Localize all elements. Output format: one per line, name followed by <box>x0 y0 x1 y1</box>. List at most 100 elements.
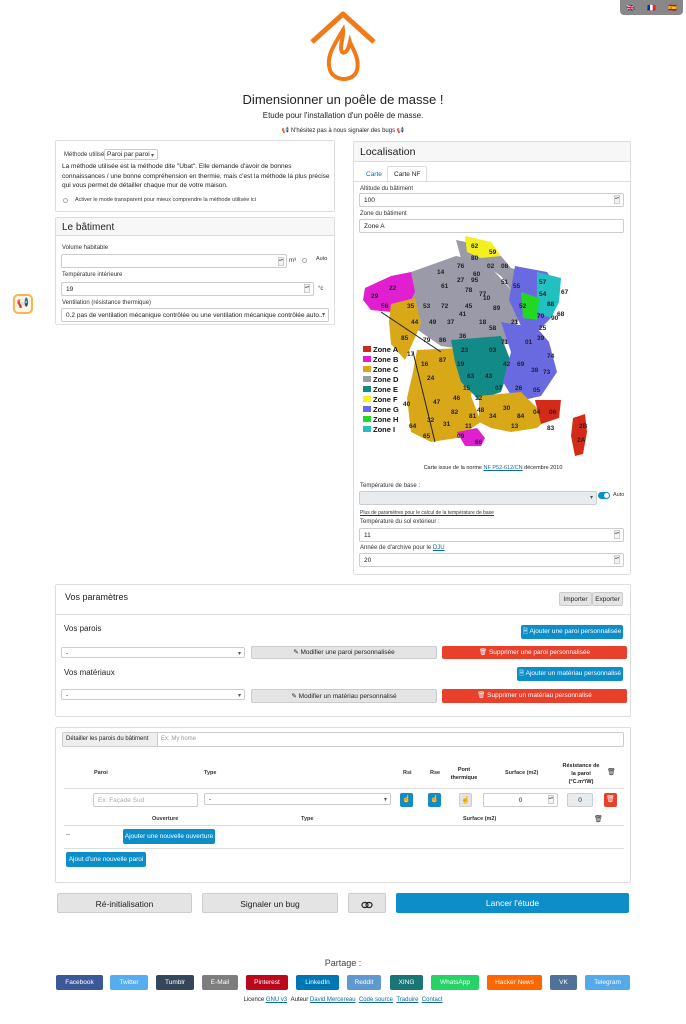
archive-label-text: Année de d'archive pour le <box>360 545 432 551</box>
paroi-select[interactable]: - <box>61 647 245 658</box>
delete-row-button[interactable]: 🗑 <box>604 793 617 807</box>
base-temp-select[interactable] <box>359 491 597 505</box>
dept-label: 74 <box>547 353 555 360</box>
pont-button[interactable]: ☝ <box>459 793 472 807</box>
paroi-type-select[interactable]: - <box>204 793 391 805</box>
dept-label: 63 <box>467 373 475 380</box>
sol-temp-input[interactable]: 11 <box>359 528 624 542</box>
materiau-select[interactable]: - <box>61 689 245 700</box>
rse-button[interactable]: ☝ <box>428 793 441 807</box>
dept-label: 66 <box>475 439 483 446</box>
start-study-button[interactable]: Lancer l'étude <box>396 893 629 913</box>
modify-materiau-button[interactable]: ✎ Modifier un matériau personnalisé <box>251 689 437 703</box>
add-new-paroi-button[interactable]: Ajout d'une nouvelle paroi <box>66 852 146 867</box>
dept-label: 2A <box>577 437 586 444</box>
vent-select[interactable]: 0.2 pas de ventilation mécanique contrôl… <box>61 308 329 322</box>
temp-input[interactable]: 19 <box>61 282 314 296</box>
map-caption-pre: Carte issue de la norme <box>423 465 482 471</box>
method-card: Méthode utilisé Paroi par paroi La métho… <box>55 140 335 212</box>
transparent-radio[interactable] <box>63 198 68 203</box>
tab-carte[interactable]: Carte <box>360 169 388 180</box>
author-link[interactable]: David Mercereau <box>310 997 356 1003</box>
temp-spinner[interactable]: ▴▾ <box>304 284 310 293</box>
contact-link[interactable]: Contact <box>422 997 443 1003</box>
surface-spinner[interactable]: ▴▾ <box>548 795 554 804</box>
dept-label: 34 <box>489 413 497 420</box>
volume-unit: m³ <box>289 258 296 264</box>
source-link[interactable]: Code source <box>359 997 393 1003</box>
flag-es-icon[interactable]: 🇪🇸 <box>668 4 677 12</box>
params-divider <box>56 614 630 615</box>
volume-spinner[interactable]: ▴▾ <box>278 257 284 266</box>
link-button[interactable] <box>348 893 386 913</box>
translate-link[interactable]: Traduire <box>396 997 418 1003</box>
share-linkedin-button[interactable]: LinkedIn <box>296 975 339 990</box>
share-e-mail-button[interactable]: E-Mail <box>202 975 238 990</box>
localisation-title: Localisation <box>354 142 630 162</box>
modify-paroi-button[interactable]: ✎ Modifier une paroi personnalisée <box>251 646 437 659</box>
method-select[interactable]: Paroi par paroi <box>104 149 158 160</box>
modify-paroi-label: Modifier une paroi personnalisée <box>300 649 395 656</box>
add-materiau-button[interactable]: 🗎 Ajouter un matériau personnalisé <box>517 667 623 681</box>
flag-en-icon[interactable]: 🇬🇧 <box>626 4 635 12</box>
share-reddit-button[interactable]: Reddit <box>347 975 381 990</box>
dept-label: 05 <box>533 387 541 394</box>
rsi-button[interactable]: ☝ <box>400 793 413 807</box>
trash-icon[interactable]: 🗑 <box>607 768 616 776</box>
archive-input[interactable]: 20 <box>359 553 624 567</box>
dept-label: 95 <box>471 277 479 284</box>
dept-label: 16 <box>421 361 429 368</box>
base-temp-auto-toggle[interactable] <box>598 492 610 499</box>
share-tumblr-button[interactable]: Tumblr <box>156 975 194 990</box>
zone-input[interactable]: Zone A <box>359 219 624 233</box>
trash-icon[interactable]: 🗑 <box>594 815 603 823</box>
export-button[interactable]: Exporter <box>592 592 623 606</box>
reset-button[interactable]: Ré-initialisation <box>57 893 192 913</box>
france-zone-map[interactable]: 62598002 0876601427 9561787751555767548868… <box>361 232 597 458</box>
dept-label: 30 <box>503 405 511 412</box>
share-facebook-button[interactable]: Facebook <box>56 975 103 990</box>
share-whatsapp-button[interactable]: WhatsApp <box>431 975 479 990</box>
norm-link[interactable]: NF P52-612/CN <box>484 465 523 471</box>
share-xing-button[interactable]: XING <box>390 975 423 990</box>
dept-label: 49 <box>429 319 437 326</box>
add-paroi-button[interactable]: 🗎 Ajouter une paroi personnalisée <box>521 625 623 639</box>
altitude-input[interactable]: 100 <box>359 193 624 207</box>
building-name-input[interactable]: Ex: My home <box>161 733 196 746</box>
flag-fr-icon[interactable]: 🇫🇷 <box>647 4 656 12</box>
import-button[interactable]: Importer <box>559 592 592 606</box>
add-ouverture-button[interactable]: Ajouter une nouvelle ouverture <box>123 829 215 844</box>
share-telegram-button[interactable]: Telegram <box>585 975 630 990</box>
localisation-card: Localisation Carte Carte NF Altitude du … <box>353 141 631 575</box>
delete-materiau-button[interactable]: 🗑 Supprimer un matériau personnalisé <box>442 689 627 703</box>
bug-note[interactable]: 📢 N'hésitez pas à nous signaler des bugs… <box>0 127 686 134</box>
share-twitter-button[interactable]: Twitter <box>110 975 148 990</box>
dept-label: 67 <box>561 289 569 296</box>
dept-label: 37 <box>447 319 455 326</box>
share-vk-button[interactable]: VK <box>550 975 577 990</box>
sol-temp-spinner[interactable]: ▴▾ <box>614 530 620 539</box>
dju-link[interactable]: DJU <box>433 545 445 551</box>
dept-label: 78 <box>465 287 473 294</box>
more-params-link[interactable]: Plus de paramètres pour le calcul de la … <box>360 510 494 516</box>
paroi-name-input[interactable]: Ex: Façade Sud <box>93 793 198 807</box>
dept-label: 23 <box>461 347 469 354</box>
share-pinterest-button[interactable]: Pinterest <box>246 975 288 990</box>
delete-paroi-button[interactable]: 🗑 Supprimer une paroi personnalisée <box>442 646 627 659</box>
surface-input[interactable]: 0 <box>483 793 558 807</box>
delete-paroi-label: Supprimer une paroi personnalisée <box>488 649 591 656</box>
share-title: Partage : <box>324 958 362 968</box>
gnu-link[interactable]: GNU v3 <box>266 997 287 1003</box>
report-bug-button[interactable]: Signaler un bug <box>202 893 338 913</box>
dept-label: 43 <box>485 373 493 380</box>
add-paroi-label: Ajouter une paroi personnalisée <box>529 628 622 635</box>
dept-label: 73 <box>543 369 551 376</box>
dept-label: 22 <box>389 285 397 292</box>
volume-auto-radio[interactable] <box>302 258 307 263</box>
share-hacker-news-button[interactable]: Hacker News <box>487 975 542 990</box>
feedback-megaphone-icon[interactable]: 📢 <box>13 294 33 314</box>
volume-input[interactable]: ▴▾ <box>61 254 287 268</box>
altitude-spinner[interactable]: ▴▾ <box>614 195 620 204</box>
add-materiau-label: Ajouter un matériau personnalisé <box>525 670 622 677</box>
archive-spinner[interactable]: ▴▾ <box>614 555 620 564</box>
